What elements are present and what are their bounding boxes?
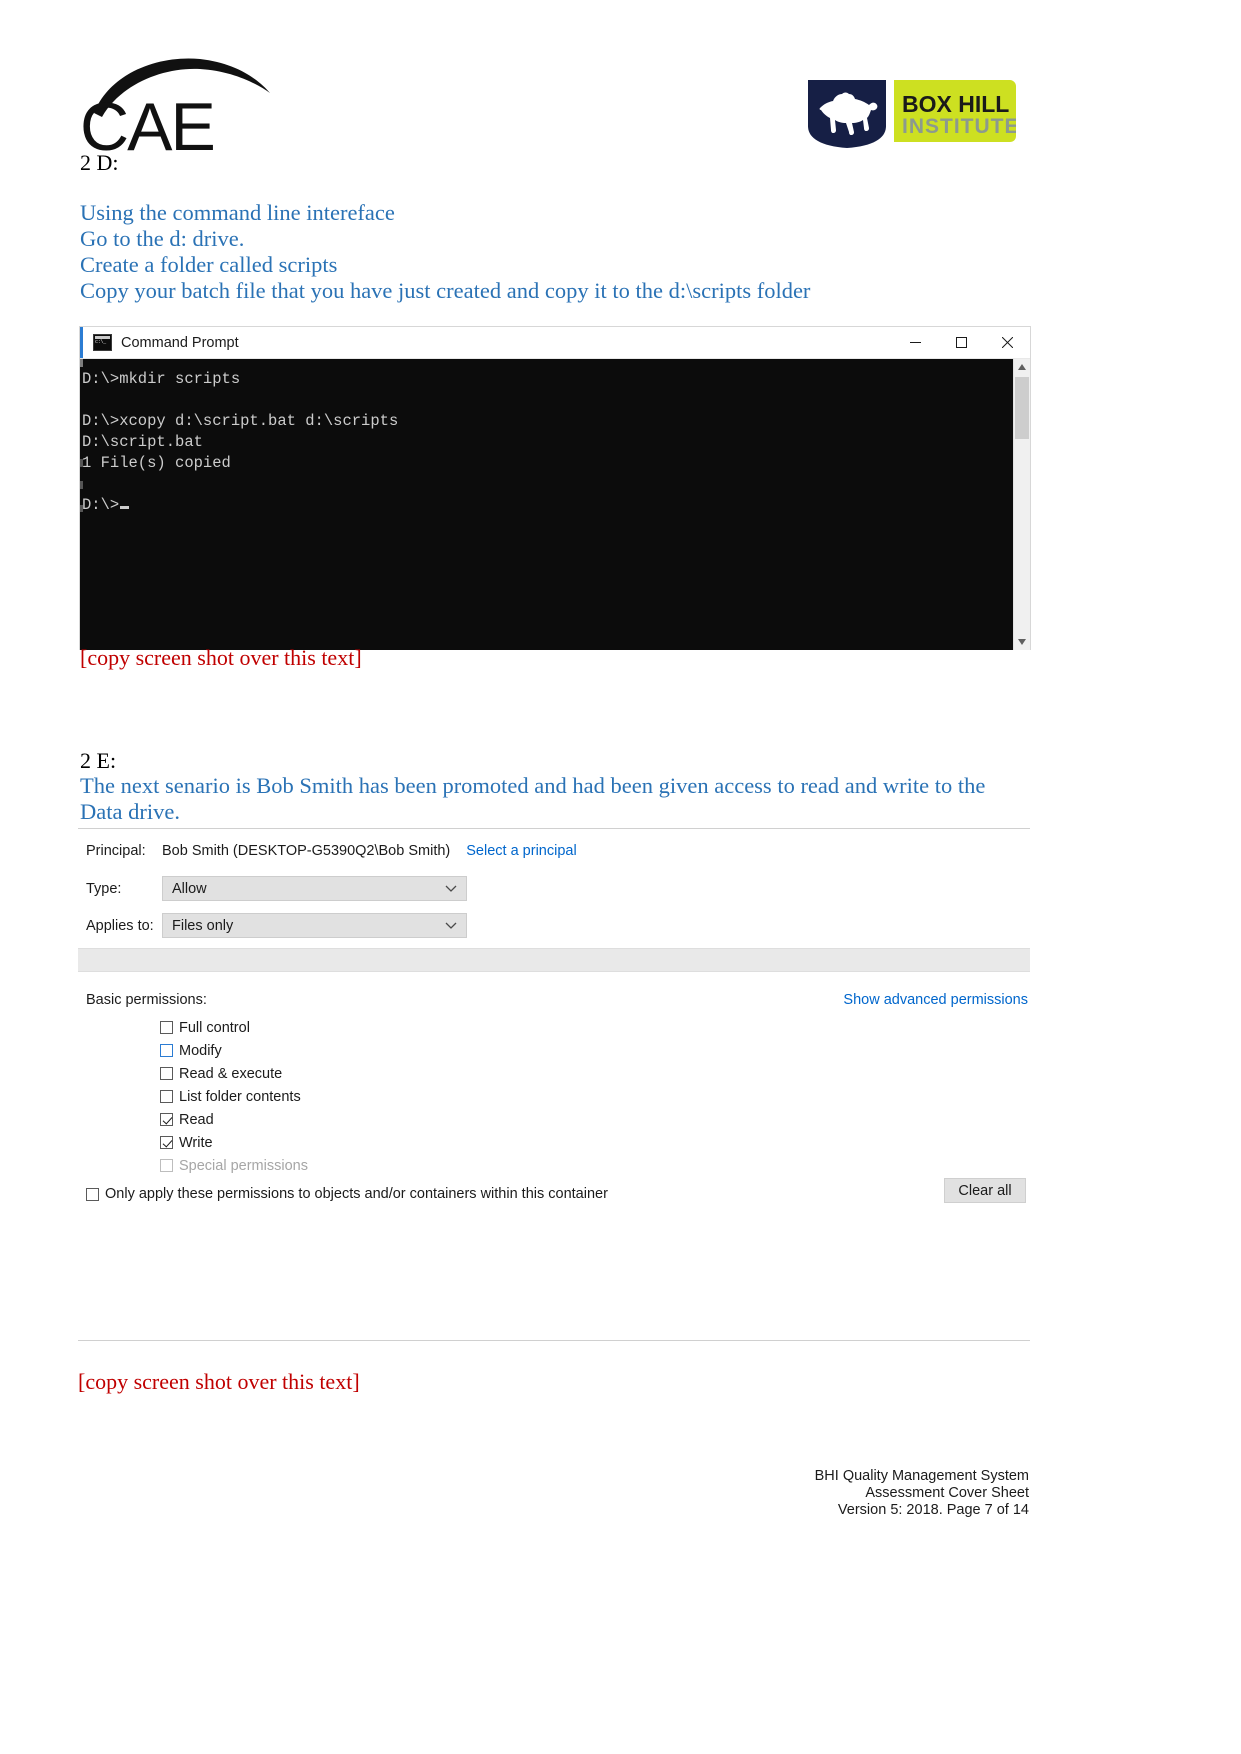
document-page: CAE BOX HILL INSTITUTE 2 D: Using the co… — [0, 0, 1241, 1754]
clear-all-button[interactable]: Clear all — [944, 1178, 1026, 1203]
applies-to-select-value: Files only — [172, 917, 234, 934]
window-title: Command Prompt — [121, 334, 239, 351]
screenshot-placeholder-note-d: [copy screen shot over this text] — [80, 645, 362, 670]
permission-label: Read — [179, 1111, 214, 1128]
permission-checkbox — [160, 1159, 173, 1172]
permission-row[interactable]: Write — [160, 1131, 590, 1154]
section-heading-2d: 2 D: — [80, 150, 119, 175]
permission-row[interactable]: Read & execute — [160, 1062, 590, 1085]
permission-row[interactable]: List folder contents — [160, 1085, 590, 1108]
dialog-top-divider — [78, 828, 1030, 829]
principal-value: Bob Smith (DESKTOP-G5390Q2\Bob Smith) — [162, 843, 451, 859]
permission-row[interactable]: Read — [160, 1108, 590, 1131]
permission-checkbox[interactable] — [160, 1136, 173, 1149]
page-header: CAE BOX HILL INSTITUTE — [0, 0, 1241, 175]
type-row: Type: Allow — [86, 876, 467, 901]
basic-permissions-list: Full control Modify Read & execute List … — [160, 1016, 590, 1177]
footer-line-2: Assessment Cover Sheet — [865, 1485, 1029, 1501]
chevron-down-icon — [445, 885, 457, 893]
instructions-2e: The next senario is Bob Smith has been p… — [80, 773, 986, 824]
window-controls — [892, 327, 1030, 358]
page-footer: BHI Quality Management System Assessment… — [815, 1468, 1029, 1519]
minimize-icon[interactable] — [892, 327, 938, 358]
scrollbar-thumb[interactable] — [1015, 377, 1029, 439]
instruction-line: Go to the d: drive. — [80, 226, 245, 251]
type-select[interactable]: Allow — [162, 876, 467, 901]
permission-entry-dialog: Principal: Bob Smith (DESKTOP-G5390Q2\Bo… — [78, 828, 1030, 1341]
only-apply-row[interactable]: Only apply these permissions to objects … — [86, 1186, 608, 1202]
permission-label: Special permissions — [179, 1157, 308, 1174]
titlebar-accent-bar — [80, 327, 83, 358]
screenshot-placeholder-note-e: [copy screen shot over this text] — [78, 1369, 360, 1394]
instruction-line: Using the command line intereface — [80, 200, 395, 225]
svg-text:BOX HILL: BOX HILL — [902, 91, 1009, 117]
permission-row[interactable]: Modify — [160, 1039, 590, 1062]
permission-checkbox[interactable] — [160, 1044, 173, 1057]
basic-permissions-label: Basic permissions: — [86, 992, 207, 1008]
console-line: 1 File(s) copied — [82, 454, 231, 472]
only-apply-label: Only apply these permissions to objects … — [105, 1186, 608, 1202]
close-icon[interactable] — [984, 327, 1030, 358]
type-label: Type: — [86, 880, 122, 897]
type-select-value: Allow — [172, 880, 207, 897]
permission-label: List folder contents — [179, 1088, 301, 1105]
principal-label: Principal: — [86, 843, 146, 859]
applies-to-select[interactable]: Files only — [162, 913, 467, 938]
permission-checkbox[interactable] — [160, 1067, 173, 1080]
dialog-bottom-divider — [78, 1340, 1030, 1341]
select-a-principal-link[interactable]: Select a principal — [466, 843, 576, 859]
console-line: D:\>xcopy d:\script.bat d:\scripts — [82, 412, 399, 430]
instruction-line: Copy your batch file that you have just … — [80, 278, 811, 303]
footer-line-3: Version 5: 2018. Page 7 of 14 — [837, 1502, 1029, 1518]
applies-to-row: Applies to: Files only — [86, 913, 467, 938]
permission-checkbox[interactable] — [160, 1113, 173, 1126]
box-hill-institute-logo: BOX HILL INSTITUTE — [808, 80, 1016, 148]
section-heading-2e: 2 E: — [80, 748, 117, 773]
command-prompt-window: Command Prompt D:\>mkdir scripts D:\>xco… — [80, 327, 1030, 650]
permission-label: Modify — [179, 1042, 222, 1059]
scroll-up-icon[interactable] — [1014, 359, 1030, 375]
console-line: D:\script.bat — [82, 433, 203, 451]
permission-label: Write — [179, 1134, 213, 1151]
instructions-2d: Using the command line intereface Go to … — [80, 200, 980, 304]
console-line: D:\> — [82, 496, 120, 514]
instruction-line: Create a folder called scripts — [80, 252, 338, 277]
permission-row: Special permissions — [160, 1154, 590, 1177]
permission-checkbox[interactable] — [160, 1090, 173, 1103]
command-prompt-console[interactable]: D:\>mkdir scripts D:\>xcopy d:\script.ba… — [80, 359, 1030, 650]
principal-row: Principal: Bob Smith (DESKTOP-G5390Q2\Bo… — [86, 843, 577, 859]
show-advanced-permissions-link[interactable]: Show advanced permissions — [843, 992, 1028, 1008]
permission-label: Full control — [179, 1019, 250, 1036]
svg-text:INSTITUTE: INSTITUTE — [902, 115, 1016, 138]
permission-label: Read & execute — [179, 1065, 283, 1082]
maximize-icon[interactable] — [938, 327, 984, 358]
command-prompt-titlebar: Command Prompt — [80, 327, 1030, 359]
permission-row[interactable]: Full control — [160, 1016, 590, 1039]
cmd-icon — [93, 334, 112, 351]
console-cursor — [120, 506, 130, 509]
dialog-separator-band — [78, 948, 1030, 972]
permission-checkbox[interactable] — [160, 1021, 173, 1034]
cae-logo: CAE — [80, 55, 300, 160]
applies-to-label: Applies to: — [86, 917, 154, 934]
footer-line-1: BHI Quality Management System — [814, 1468, 1029, 1484]
console-line: D:\>mkdir scripts — [82, 370, 241, 388]
console-scrollbar[interactable] — [1013, 359, 1030, 650]
scroll-down-icon[interactable] — [1014, 634, 1030, 650]
only-apply-checkbox[interactable] — [86, 1187, 99, 1201]
console-output: D:\>mkdir scripts D:\>xcopy d:\script.ba… — [82, 369, 398, 516]
chevron-down-icon — [445, 922, 457, 930]
